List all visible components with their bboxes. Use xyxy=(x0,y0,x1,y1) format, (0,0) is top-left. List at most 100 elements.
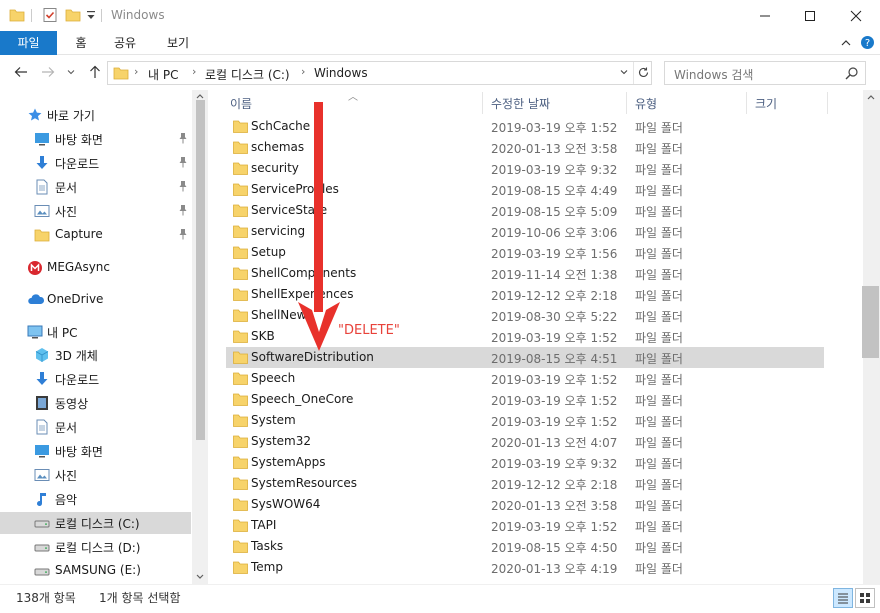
new-folder-icon[interactable] xyxy=(65,7,81,26)
sidebar-item[interactable]: 다운로드 xyxy=(0,368,191,390)
file-date: 2019-03-19 오후 1:52 xyxy=(491,415,618,429)
large-icons-view-button[interactable] xyxy=(855,588,875,608)
video-icon xyxy=(34,395,50,411)
sidebar-item[interactable]: OneDrive xyxy=(0,289,191,311)
table-row[interactable]: TAPI 2019-03-19 오후 1:52 파일 폴더 xyxy=(226,515,824,536)
pin-icon[interactable] xyxy=(178,156,188,171)
properties-icon[interactable] xyxy=(42,7,58,26)
table-row[interactable]: Speech_OneCore 2019-03-19 오후 1:52 파일 폴더 xyxy=(226,389,824,410)
sidebar-item-label: Capture xyxy=(55,227,103,241)
table-row[interactable]: Temp 2020-01-13 오후 4:19 파일 폴더 xyxy=(226,557,824,578)
pin-icon[interactable] xyxy=(178,204,188,219)
sidebar-item-label: MEGAsync xyxy=(47,260,110,274)
column-name[interactable]: 이름 xyxy=(230,95,252,112)
tab-file[interactable]: 파일 xyxy=(0,31,57,55)
sidebar-item-label: 문서 xyxy=(55,181,78,195)
column-size[interactable]: 크기 xyxy=(755,95,777,112)
chevron-right-icon[interactable]: › xyxy=(301,65,305,78)
folder-icon xyxy=(9,7,25,26)
table-row[interactable]: SystemResources 2019-12-12 오후 2:18 파일 폴더 xyxy=(226,473,824,494)
divider xyxy=(746,92,747,114)
file-name: Temp xyxy=(251,560,283,574)
pin-icon[interactable] xyxy=(178,132,188,147)
tab-home[interactable]: 홈 xyxy=(66,31,96,55)
close-button[interactable] xyxy=(833,0,878,31)
sidebar-item[interactable]: Capture xyxy=(0,224,191,246)
pin-icon[interactable] xyxy=(178,228,188,243)
sidebar-item[interactable]: 사진 xyxy=(0,464,191,486)
file-name: SysWOW64 xyxy=(251,497,321,511)
file-type: 파일 폴더 xyxy=(635,163,683,177)
folder-icon xyxy=(113,65,129,84)
address-bar[interactable]: › 내 PC › 로컬 디스크 (C:) › Windows xyxy=(107,61,652,85)
desktop-icon xyxy=(34,443,50,459)
sidebar-item[interactable]: MEGAsync xyxy=(0,257,191,279)
nav-scroll-thumb[interactable] xyxy=(196,100,205,440)
file-name: SystemResources xyxy=(251,476,358,490)
pictures-icon xyxy=(34,203,50,219)
address-dropdown-icon[interactable] xyxy=(618,66,630,81)
folder-icon xyxy=(233,393,248,406)
breadcrumb-windows[interactable]: Windows xyxy=(314,66,368,80)
refresh-icon[interactable] xyxy=(637,66,650,82)
sidebar-item[interactable]: 바로 가기 xyxy=(0,104,191,126)
sidebar-item[interactable]: 바탕 화면 xyxy=(0,440,191,462)
details-view-button[interactable] xyxy=(833,588,853,608)
sidebar-item[interactable]: 다운로드 xyxy=(0,152,191,174)
up-button[interactable] xyxy=(86,63,104,81)
table-row[interactable]: Tasks 2019-08-15 오후 4:50 파일 폴더 xyxy=(226,536,824,557)
document-icon xyxy=(34,179,50,195)
delete-annotation: "DELETE" xyxy=(338,323,400,338)
sidebar-item[interactable]: 로컬 디스크 (D:) xyxy=(0,536,191,558)
table-row[interactable]: SystemApps 2019-03-19 오후 9:32 파일 폴더 xyxy=(226,452,824,473)
download-icon xyxy=(34,371,50,387)
chevron-right-icon[interactable]: › xyxy=(192,65,196,78)
pin-icon[interactable] xyxy=(178,180,188,195)
recent-locations-icon[interactable] xyxy=(62,63,80,81)
item-count: 138개 항목 xyxy=(16,591,76,605)
minimize-button[interactable] xyxy=(742,0,787,31)
cloud-icon xyxy=(27,292,45,308)
chevron-right-icon[interactable]: › xyxy=(134,65,138,78)
file-name: SKB xyxy=(251,329,275,343)
divider xyxy=(626,92,627,114)
sidebar-item-label: 음악 xyxy=(55,493,78,507)
breadcrumb-local-disk[interactable]: 로컬 디스크 (C:) xyxy=(205,66,290,83)
sidebar-item[interactable]: 문서 xyxy=(0,416,191,438)
drive-icon xyxy=(34,515,50,531)
sidebar-item[interactable]: 내 PC xyxy=(0,321,191,343)
sidebar-item[interactable]: 로컬 디스크 (C:) xyxy=(0,512,191,534)
table-row[interactable]: System 2019-03-19 오후 1:52 파일 폴더 xyxy=(226,410,824,431)
help-icon[interactable]: ? xyxy=(860,35,875,53)
column-type[interactable]: 유형 xyxy=(635,95,657,112)
tab-share[interactable]: 공유 xyxy=(107,31,143,55)
cube-icon xyxy=(34,347,50,363)
table-row[interactable]: System32 2020-01-13 오전 4:07 파일 폴더 xyxy=(226,431,824,452)
sidebar-item[interactable]: 사진 xyxy=(0,200,191,222)
table-row[interactable]: SysWOW64 2020-01-13 오전 3:58 파일 폴더 xyxy=(226,494,824,515)
search-icon[interactable] xyxy=(845,66,859,83)
sidebar-item[interactable]: 음악 xyxy=(0,488,191,510)
folder-icon xyxy=(233,183,248,196)
maximize-button[interactable] xyxy=(787,0,832,31)
folder-icon xyxy=(233,435,248,448)
sidebar-item[interactable]: 동영상 xyxy=(0,392,191,414)
ribbon-expand-icon[interactable] xyxy=(840,37,852,52)
sidebar-item[interactable]: 3D 개체 xyxy=(0,344,191,366)
table-row[interactable]: Speech 2019-03-19 오후 1:52 파일 폴더 xyxy=(226,368,824,389)
sidebar-item[interactable]: 문서 xyxy=(0,176,191,198)
folder-icon xyxy=(233,330,248,343)
breadcrumb-this-pc[interactable]: 내 PC xyxy=(148,66,178,83)
column-date[interactable]: 수정한 날짜 xyxy=(491,95,550,112)
forward-button[interactable] xyxy=(39,63,57,81)
customize-toolbar-icon[interactable] xyxy=(86,9,96,24)
sidebar-item[interactable]: SAMSUNG (E:) xyxy=(0,560,191,582)
back-button[interactable] xyxy=(12,63,30,81)
file-date: 2019-03-19 오후 1:56 xyxy=(491,247,618,261)
tab-view[interactable]: 보기 xyxy=(160,31,196,55)
search-input[interactable]: Windows 검색 xyxy=(664,61,866,85)
folder-icon xyxy=(233,540,248,553)
divider xyxy=(633,62,634,84)
sidebar-item[interactable]: 바탕 화면 xyxy=(0,128,191,150)
file-list-scroll-thumb[interactable] xyxy=(862,286,879,358)
